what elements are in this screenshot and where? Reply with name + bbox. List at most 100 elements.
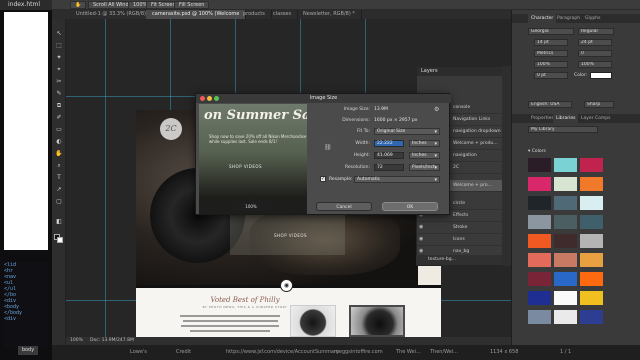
color-swatch[interactable] [580, 272, 603, 286]
ok-button[interactable]: OK [382, 202, 438, 211]
color-swatch[interactable] [528, 215, 551, 229]
taskbar-item[interactable]: https://www.jsf.com/device/AccountSummar… [226, 345, 339, 360]
eye-icon[interactable]: ◉ [419, 225, 424, 230]
color-swatch[interactable] [528, 234, 551, 248]
taskbar-item[interactable]: Then/Wei... [430, 345, 458, 360]
cancel-button[interactable]: Cancel [316, 202, 372, 211]
tab-libraries[interactable]: Libraries [553, 114, 579, 123]
taskbar-item[interactable]: meggsintoffire.com [334, 345, 383, 360]
color-swatch[interactable] [554, 310, 577, 324]
color-swatch[interactable] [528, 196, 551, 210]
color-swatch[interactable] [580, 253, 603, 267]
color-swatch[interactable] [580, 196, 603, 210]
type-tool-icon[interactable]: T [55, 175, 63, 181]
layer-row[interactable]: ◉ Icons [417, 234, 512, 246]
leading-select[interactable]: 24 pt [578, 39, 612, 46]
magic-wand-tool-icon[interactable]: ✦ [55, 55, 63, 61]
color-swatch[interactable] [528, 291, 551, 305]
quick-mask-icon[interactable]: ◧ [55, 219, 63, 225]
eye-icon[interactable]: ◉ [419, 249, 424, 254]
crop-tool-icon[interactable]: ⌖ [55, 67, 63, 73]
tab-layer-comps[interactable]: Layer Comps [578, 114, 613, 123]
taskbar-item[interactable]: The Wei... [396, 345, 421, 360]
close-icon[interactable] [200, 96, 205, 101]
minimize-icon[interactable] [207, 96, 212, 101]
color-swatch[interactable] [580, 310, 603, 324]
resample-checkbox[interactable]: ✓ [320, 176, 326, 182]
baseline-shift-input[interactable]: 0 pt [534, 72, 568, 79]
color-swatch[interactable] [554, 291, 577, 305]
file-tab[interactable]: index.html [0, 0, 52, 10]
color-swatch[interactable] [580, 234, 603, 248]
doc-size-readout[interactable]: Doc: 13.9M/247.8M [90, 337, 134, 345]
color-swatch[interactable] [554, 158, 577, 172]
colors-section-title[interactable]: ▾ Colors [528, 149, 546, 154]
vertical-scale-input[interactable]: 100% [534, 61, 568, 68]
color-swatch[interactable] [554, 253, 577, 267]
width-unit-select[interactable]: Inches [409, 140, 440, 147]
taskbar-item[interactable]: Credit [176, 345, 191, 360]
brush-tool-icon[interactable]: ✎ [55, 91, 63, 97]
text-color-swatch[interactable] [590, 72, 612, 79]
font-style-select[interactable]: Regular [578, 28, 614, 35]
tab-camerasite[interactable]: camerasite.psd @ 100% (Welcome [146, 10, 247, 19]
color-swatch[interactable] [528, 177, 551, 191]
color-swatch[interactable] [528, 310, 551, 324]
gear-icon[interactable]: ⚙ [434, 106, 439, 113]
zoom-readout[interactable]: 100% [70, 337, 83, 345]
dodge-tool-icon[interactable]: ◐ [55, 139, 63, 145]
height-unit-select[interactable]: Inches [409, 152, 440, 159]
color-swatch[interactable] [528, 158, 551, 172]
color-swatch[interactable] [554, 215, 577, 229]
move-tool-icon[interactable]: ↖ [55, 31, 63, 37]
tab-glyphs[interactable]: Glyphs [582, 14, 603, 23]
color-swatch[interactable] [554, 196, 577, 210]
code-editor[interactable]: <lid <hr <nav <ul </ul </bo <div <body <… [4, 262, 48, 348]
color-swatch[interactable] [580, 215, 603, 229]
kerning-select[interactable]: Metrics [534, 50, 568, 57]
tab-classes[interactable]: classes [267, 10, 299, 19]
color-swatch[interactable] [554, 234, 577, 248]
path-select-tool-icon[interactable]: ↗ [55, 187, 63, 193]
taskbar-item[interactable]: Lowe's [130, 345, 147, 360]
fill-screen-button[interactable]: Fill Screen [174, 1, 210, 9]
width-input[interactable]: 22.222 [374, 140, 404, 147]
status-tag[interactable]: body [18, 346, 38, 355]
slice-tool-icon[interactable]: ✂ [55, 79, 63, 85]
language-select[interactable]: English: USA [528, 101, 572, 108]
pen-tool-icon[interactable]: ✐ [55, 115, 63, 121]
color-swatch[interactable] [580, 291, 603, 305]
font-family-select[interactable]: Georgia [528, 28, 574, 35]
eye-icon[interactable]: ◉ [419, 237, 424, 242]
background-color-swatch[interactable] [57, 237, 63, 243]
shape-tool-icon[interactable]: ▭ [55, 127, 63, 133]
library-select[interactable]: My Library [528, 126, 598, 133]
color-swatch[interactable] [528, 272, 551, 286]
font-size-select[interactable]: 14 pt [534, 39, 568, 46]
fit-to-select[interactable]: Original Size [374, 128, 440, 135]
color-swatch[interactable] [580, 158, 603, 172]
image-preview[interactable]: on Summer Sa Shop now to save 20% off al… [199, 104, 307, 214]
hand-tool-icon[interactable]: ✋ [70, 1, 87, 9]
resample-select[interactable]: Automatic [354, 176, 440, 183]
preview-zoom-control[interactable]: 100% [231, 202, 271, 211]
tab-newsletter[interactable]: Newsletter, RGB/8) * [297, 10, 362, 19]
resolution-unit-select[interactable]: Pixels/Inch [409, 164, 440, 171]
stamp-tool-icon[interactable]: ⧉ [55, 103, 63, 109]
tracking-select[interactable]: 0 [578, 50, 612, 57]
hand-tool-icon[interactable]: ✋ [55, 151, 63, 157]
horizontal-scale-input[interactable]: 100% [578, 61, 612, 68]
marquee-tool-icon[interactable]: ⬚ [55, 43, 63, 49]
color-swatch[interactable] [528, 253, 551, 267]
anti-alias-select[interactable]: Sharp [584, 101, 614, 108]
color-swatch[interactable] [580, 177, 603, 191]
tab-paragraph[interactable]: Paragraph [554, 14, 583, 23]
zoom-tool-icon[interactable]: ⌕ [55, 163, 63, 169]
color-swatch[interactable] [554, 177, 577, 191]
height-input[interactable]: 41.069 [374, 152, 404, 159]
tab-character[interactable]: Character [528, 14, 557, 23]
maximize-icon[interactable] [214, 96, 219, 101]
tab-untitled[interactable]: Untitled-1 @ 33.3% (RGB/8) * [70, 10, 158, 19]
layer-row[interactable]: ◉ Stroke [417, 222, 512, 234]
color-swatch[interactable] [554, 272, 577, 286]
